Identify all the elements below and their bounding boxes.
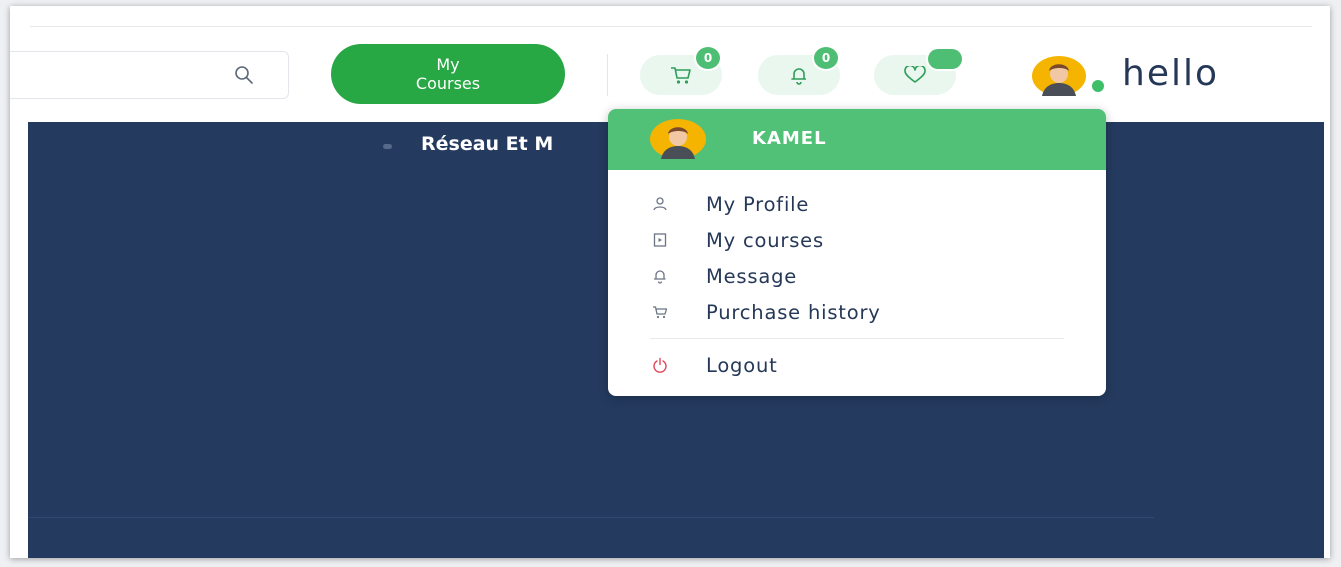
menu-item-my-profile[interactable]: My Profile [608,186,1106,222]
dropdown-header: KAMEL [608,109,1106,170]
header-separator [607,54,608,96]
hero-course-title: Réseau Et M [421,133,554,155]
user-icon [653,197,667,211]
menu-item-label: Purchase history [706,300,881,324]
top-divider [30,26,1312,27]
menu-item-my-courses[interactable]: My courses [608,222,1106,258]
search-icon[interactable] [234,65,254,85]
logout-button[interactable]: Logout [608,347,1106,383]
user-name: KAMEL [752,128,827,149]
power-icon [653,357,667,373]
notification-count-badge: 0 [814,47,838,69]
heart-icon [904,66,926,83]
menu-item-label: Message [706,264,798,288]
bell-icon [653,270,666,284]
dropdown-items: My Profile My courses Message Purchase h… [608,170,1106,330]
dropdown-avatar [650,119,706,159]
cart-count-badge: 0 [696,47,720,69]
menu-divider [650,338,1064,339]
cart-icon [671,67,691,84]
brand-text: hello [1122,53,1219,94]
online-status-dot [1092,80,1104,92]
hero-bullet [383,144,392,149]
user-avatar[interactable] [1032,56,1086,96]
menu-item-label: My Profile [706,192,810,216]
cart-icon [653,306,668,319]
search-input[interactable] [10,51,289,99]
user-dropdown-menu: KAMEL My Profile My courses Message Purc… [608,109,1106,396]
hero-divider [28,517,1154,518]
wishlist-count-badge [928,49,962,69]
menu-item-label: My courses [706,228,824,252]
wishlist-button[interactable] [874,49,962,95]
my-courses-button[interactable]: My Courses [331,44,565,104]
notifications-button[interactable]: 0 [758,47,840,95]
cart-button[interactable]: 0 [640,47,722,95]
app-window: My Courses 0 0 hello Réseau Et M KAMEL M… [10,6,1330,558]
menu-item-message[interactable]: Message [608,258,1106,294]
bell-icon [791,68,806,85]
search-field[interactable] [18,60,222,90]
logout-label: Logout [706,353,778,377]
menu-item-purchase-history[interactable]: Purchase history [608,294,1106,330]
video-file-icon [653,233,667,247]
